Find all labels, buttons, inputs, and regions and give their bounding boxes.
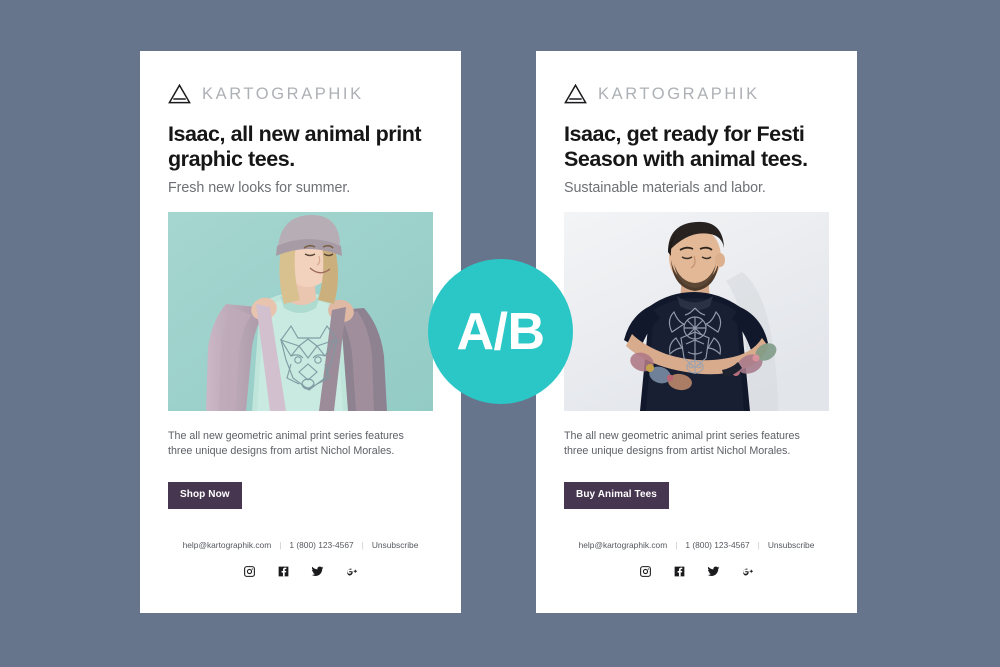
footer-separator: | xyxy=(675,540,678,550)
ab-test-badge: A/B xyxy=(428,259,573,404)
brand-wordmark: KARTOGRAPHIK xyxy=(202,84,364,103)
footer-phone: 1 (800) 123-4567 xyxy=(685,540,750,550)
instagram-icon[interactable] xyxy=(243,565,256,578)
google-plus-icon[interactable] xyxy=(741,565,754,578)
triangle-delta-logo-icon xyxy=(168,83,191,104)
twitter-icon[interactable] xyxy=(707,565,720,578)
unsubscribe-link[interactable]: Unsubscribe xyxy=(372,540,419,550)
hero-image-b xyxy=(564,211,829,411)
page-title: Isaac, all new animal print graphic tees… xyxy=(168,122,422,171)
triangle-delta-logo-icon xyxy=(564,83,587,104)
instagram-icon[interactable] xyxy=(639,565,652,578)
card-footer-b: help@kartographik.com | 1 (800) 123-4567… xyxy=(564,540,829,613)
twitter-icon[interactable] xyxy=(311,565,324,578)
subheadline: Fresh new looks for summer. xyxy=(168,179,351,196)
footer-separator: | xyxy=(757,540,760,550)
google-plus-icon[interactable] xyxy=(345,565,358,578)
card-footer-a: help@kartographik.com | 1 (800) 123-4567… xyxy=(168,540,433,613)
shop-now-button[interactable]: Shop Now xyxy=(168,482,242,510)
facebook-icon[interactable] xyxy=(673,565,686,578)
body-copy-a: The all new geometric animal print serie… xyxy=(168,429,404,458)
brand-header-a: KARTOGRAPHIK xyxy=(168,82,433,106)
footer-email-link[interactable]: help@kartographik.com xyxy=(183,540,272,550)
brand-wordmark: KARTOGRAPHIK xyxy=(598,84,760,103)
ab-test-comparison-stage: KARTOGRAPHIK Isaac, all new animal print… xyxy=(0,0,1000,667)
subheadline: Sustainable materials and labor. xyxy=(564,179,766,196)
body-copy-b: The all new geometric animal print serie… xyxy=(564,429,800,458)
page-title: Isaac, get ready for Festi Season with a… xyxy=(564,122,808,171)
footer-links-b: help@kartographik.com | 1 (800) 123-4567… xyxy=(564,540,829,550)
footer-links-a: help@kartographik.com | 1 (800) 123-4567… xyxy=(168,540,433,550)
social-links-b xyxy=(564,565,829,578)
buy-animal-tees-button[interactable]: Buy Animal Tees xyxy=(564,482,669,510)
footer-phone: 1 (800) 123-4567 xyxy=(289,540,354,550)
social-links-a xyxy=(168,565,433,578)
facebook-icon[interactable] xyxy=(277,565,290,578)
footer-separator: | xyxy=(279,540,282,550)
footer-separator: | xyxy=(361,540,364,550)
ab-badge-label: A/B xyxy=(456,302,545,361)
email-variant-b-card[interactable]: KARTOGRAPHIK Isaac, get ready for Festi … xyxy=(536,51,857,613)
footer-email-link[interactable]: help@kartographik.com xyxy=(579,540,668,550)
brand-header-b: KARTOGRAPHIK xyxy=(564,82,829,106)
email-variant-a-card[interactable]: KARTOGRAPHIK Isaac, all new animal print… xyxy=(140,51,461,613)
unsubscribe-link[interactable]: Unsubscribe xyxy=(768,540,815,550)
hero-image-a xyxy=(168,211,433,411)
